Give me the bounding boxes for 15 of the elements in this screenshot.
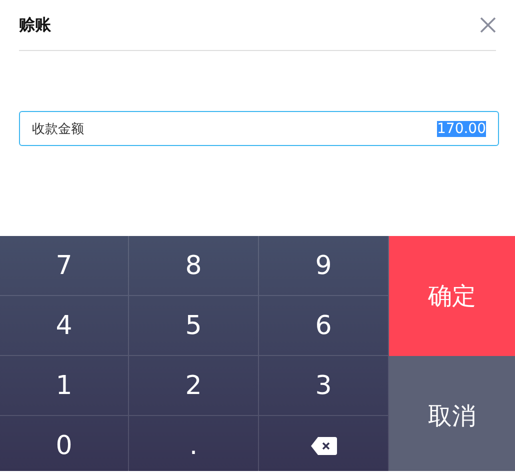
digit-key[interactable]: 4 (0, 296, 129, 356)
cancel-button[interactable]: 取消 (389, 356, 515, 471)
digit-key[interactable]: 2 (129, 356, 259, 416)
dialog-title: 赊账 (19, 14, 51, 36)
digit-key[interactable]: 0 (0, 416, 129, 471)
digit-key[interactable]: 7 (0, 236, 129, 296)
close-icon[interactable] (480, 17, 496, 33)
field-value: 170.00 (437, 120, 486, 136)
digit-key[interactable]: 1 (0, 356, 129, 416)
field-label: 收款金额 (32, 120, 84, 138)
digit-key[interactable]: 5 (129, 296, 259, 356)
digit-key[interactable]: . (129, 416, 259, 471)
digit-key[interactable]: 8 (129, 236, 259, 296)
amount-field[interactable]: 收款金额 170.00 (19, 111, 499, 146)
backspace-icon (310, 436, 338, 456)
